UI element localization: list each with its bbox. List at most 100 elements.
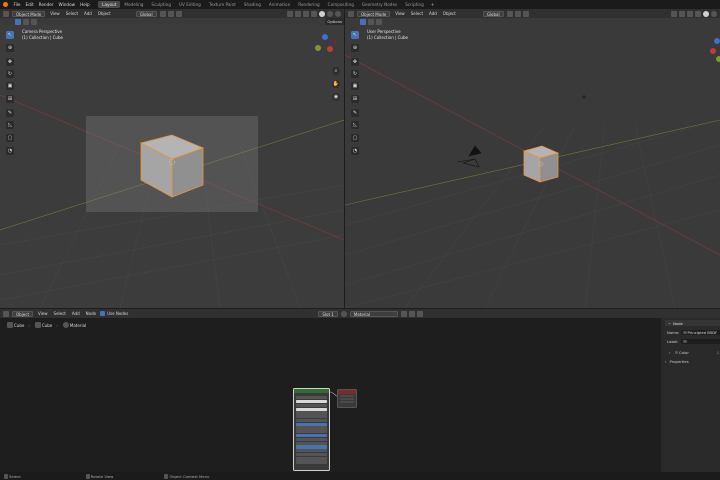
menu-object[interactable]: Object — [95, 11, 114, 16]
menu-node[interactable]: Node — [83, 311, 99, 316]
scale-tool-icon[interactable]: ▣ — [351, 82, 359, 90]
overlay-icon[interactable] — [303, 10, 309, 17]
annotate-tool-icon[interactable]: ✎ — [351, 109, 359, 117]
visibility-icon[interactable] — [671, 10, 677, 17]
menu-add[interactable]: Add — [81, 11, 95, 16]
menu-add[interactable]: Add — [69, 311, 83, 316]
proportional-edit-icon[interactable] — [175, 10, 182, 17]
zoom-icon[interactable]: ⌕ — [332, 67, 340, 75]
shading-material-icon[interactable] — [711, 10, 717, 17]
menu-render[interactable]: Render — [36, 2, 56, 7]
add-cube-tool-icon[interactable]: ▢ — [351, 134, 359, 142]
checkbox-icon[interactable] — [674, 350, 679, 355]
editor-type-icon[interactable] — [3, 10, 9, 17]
tab-rendering[interactable]: Rendering — [294, 1, 323, 8]
gizmo-icon[interactable] — [679, 10, 685, 17]
tab-uv-editing[interactable]: UV Editing — [175, 1, 205, 8]
rotate-tool-icon[interactable]: ↻ — [6, 70, 14, 78]
rotate-tool-icon[interactable]: ↻ — [351, 70, 359, 78]
delete-icon[interactable] — [408, 310, 415, 317]
color-section[interactable]: › Color ⁞⁞ — [669, 350, 719, 355]
add-workspace-icon[interactable]: + — [428, 2, 438, 7]
shader-type-dropdown[interactable]: Object — [12, 310, 34, 317]
menu-view[interactable]: View — [392, 11, 408, 16]
slot-dropdown[interactable]: Slot 1 — [318, 310, 338, 317]
menu-view[interactable]: View — [47, 11, 63, 16]
node-header[interactable] — [294, 389, 329, 393]
add-cube-tool-icon[interactable]: ▢ — [6, 134, 14, 142]
shading-material-icon[interactable] — [327, 10, 333, 17]
shading-rendered-icon[interactable] — [335, 10, 341, 17]
cursor-rotate-icon[interactable]: ◔ — [6, 147, 14, 155]
drag-handle-icon[interactable]: ⁞⁞ — [717, 350, 719, 355]
principled-bsdf-node[interactable] — [293, 388, 330, 471]
snap-icon[interactable] — [514, 10, 521, 17]
editor-type-icon[interactable] — [3, 310, 9, 317]
shading-solid-icon[interactable] — [703, 10, 709, 17]
move-tool-icon[interactable]: ✥ — [351, 58, 359, 66]
pivot-icon[interactable] — [159, 10, 166, 17]
mode-dropdown[interactable]: Object Mode — [12, 10, 46, 17]
material-sphere-icon[interactable] — [340, 310, 347, 317]
cursor-tool-icon[interactable]: ⊕ — [351, 44, 359, 52]
shading-solid-icon[interactable] — [319, 10, 325, 17]
tab-modeling[interactable]: Modeling — [120, 1, 147, 8]
select-box-icon[interactable] — [15, 18, 21, 25]
measure-tool-icon[interactable]: ◺ — [6, 121, 14, 129]
select-mode-icon[interactable] — [376, 18, 382, 25]
menu-select[interactable]: Select — [408, 11, 426, 16]
tab-sculpting[interactable]: Sculpting — [147, 1, 175, 8]
tab-geometry-nodes[interactable]: Geometry Nodes — [358, 1, 401, 8]
properties-section[interactable]: › Properties — [665, 359, 720, 364]
transform-tool-icon[interactable]: ⊞ — [6, 95, 14, 103]
overlay-icon[interactable] — [687, 10, 693, 17]
xray-icon[interactable] — [695, 10, 701, 17]
duplicate-icon[interactable] — [400, 310, 407, 317]
tab-compositing[interactable]: Compositing — [324, 1, 358, 8]
viewport-right[interactable]: User Perspective (1) Collection | Cube ↖… — [345, 25, 720, 308]
scale-tool-icon[interactable]: ▣ — [6, 82, 14, 90]
proportional-edit-icon[interactable] — [522, 10, 529, 17]
navigation-gizmo[interactable] — [707, 35, 720, 65]
select-mode-icon[interactable] — [31, 18, 37, 25]
menu-select[interactable]: Select — [51, 311, 69, 316]
gizmo-icon[interactable] — [295, 10, 301, 17]
menu-help[interactable]: Help — [78, 2, 93, 7]
blender-logo-icon[interactable] — [3, 2, 8, 7]
cursor-tool-icon[interactable]: ⊕ — [6, 44, 14, 52]
menu-select[interactable]: Select — [63, 11, 81, 16]
tab-scripting[interactable]: Scripting — [401, 1, 428, 8]
menu-object[interactable]: Object — [440, 11, 459, 16]
node-panel-header[interactable]: ⌄ Node — [665, 320, 720, 326]
menu-file[interactable]: File — [11, 2, 23, 7]
select-tool-icon[interactable]: ↖ — [351, 31, 359, 39]
measure-tool-icon[interactable]: ◺ — [351, 121, 359, 129]
editor-type-icon[interactable] — [348, 10, 354, 17]
xray-icon[interactable] — [311, 10, 317, 17]
name-field[interactable]: Principled BSDF — [681, 330, 720, 335]
pivot-icon[interactable] — [506, 10, 513, 17]
node-editor[interactable]: Cube › Cube › Material — [0, 318, 660, 472]
transform-orientation-dropdown[interactable]: Global — [135, 10, 157, 17]
options-dropdown[interactable]: Options — [325, 18, 344, 25]
visibility-icon[interactable] — [287, 10, 293, 17]
viewport-left[interactable]: Camera Perspective (1) Collection | Cube… — [0, 25, 344, 308]
node-header[interactable] — [338, 390, 356, 394]
cursor-rotate-icon[interactable]: ◔ — [351, 147, 359, 155]
material-output-node[interactable] — [337, 389, 357, 408]
label-field[interactable] — [681, 339, 720, 344]
camera-view-icon[interactable]: ◉ — [332, 93, 340, 101]
tab-texture-paint[interactable]: Texture Paint — [205, 1, 240, 8]
menu-window[interactable]: Window — [56, 2, 78, 7]
snap-icon[interactable] — [167, 10, 174, 17]
move-tool-icon[interactable]: ✥ — [6, 58, 14, 66]
menu-add[interactable]: Add — [426, 11, 440, 16]
menu-view[interactable]: View — [35, 311, 51, 316]
select-box-icon[interactable] — [360, 18, 366, 25]
mode-dropdown[interactable]: Object Mode — [357, 10, 391, 17]
use-nodes-checkbox[interactable] — [100, 311, 106, 316]
material-field[interactable]: Material — [349, 310, 398, 317]
menu-edit[interactable]: Edit — [23, 2, 36, 7]
transform-orientation-dropdown[interactable]: Global — [482, 10, 504, 17]
select-tool-icon[interactable]: ↖ — [6, 31, 14, 39]
